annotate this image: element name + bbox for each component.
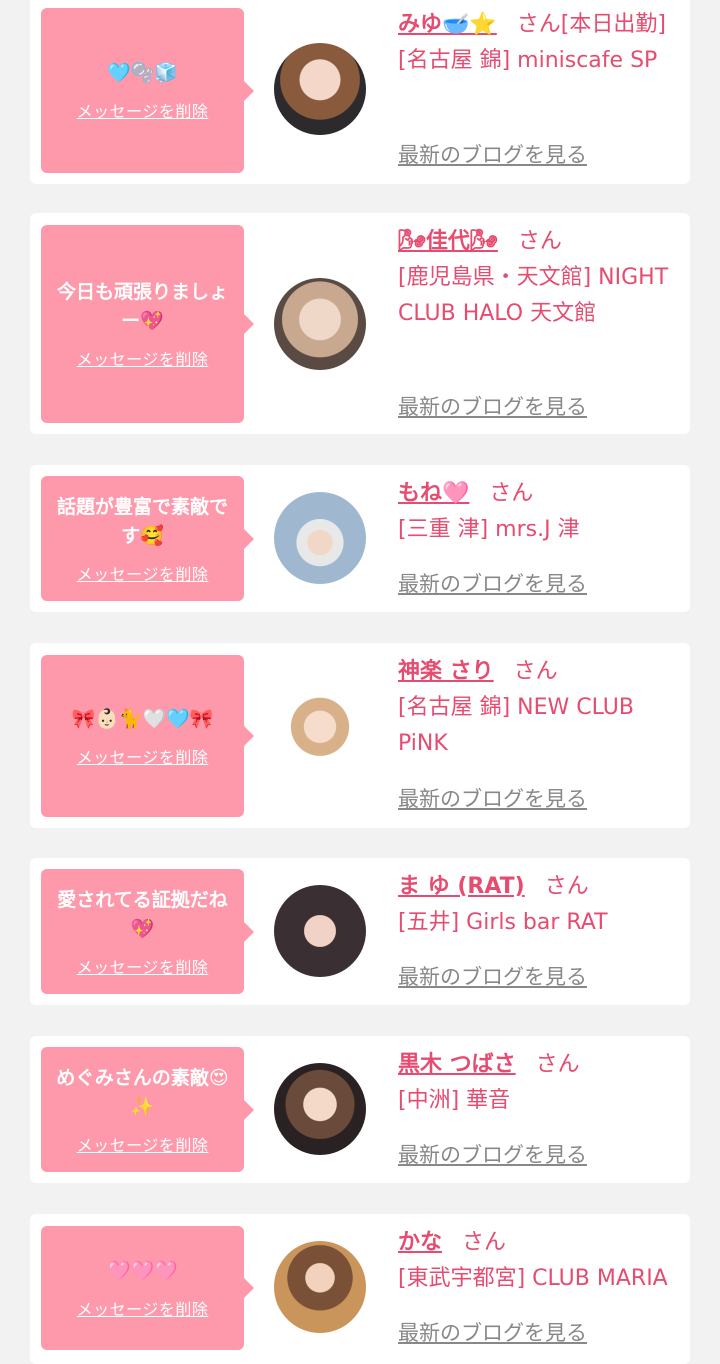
shop-text: [東武宇都宮] CLUB MARIA bbox=[398, 1266, 668, 1291]
name-suffix: さん bbox=[513, 659, 558, 684]
message-text: 話題が豊富で素敵です🥰 bbox=[56, 495, 228, 547]
avatar[interactable] bbox=[274, 492, 366, 584]
message-text: 🎀👶🏻🐈🤍🩵🎀 bbox=[71, 707, 214, 730]
entry-info: 黒木 つばさ さん [中洲] 華音 bbox=[398, 1047, 683, 1119]
name-line: かな さん bbox=[398, 1225, 683, 1261]
message-card: 🎀👶🏻🐈🤍🩵🎀 メッセージを削除 神楽 さり さん [名古屋 錦] NEW CLU… bbox=[30, 643, 690, 828]
delete-message-link[interactable]: メッセージを削除 bbox=[77, 1296, 209, 1320]
name-suffix: さん[本日出勤] bbox=[516, 12, 666, 37]
cast-name-link[interactable]: 黒木 つばさ bbox=[398, 1052, 516, 1077]
name-suffix: さん bbox=[462, 1230, 507, 1255]
delete-message-link[interactable]: メッセージを削除 bbox=[77, 954, 209, 978]
name-suffix: さん bbox=[544, 874, 589, 899]
name-line: ま ゆ (RAT) さん bbox=[398, 869, 683, 905]
entry-info: もね🩷 さん [三重 津] mrs.J 津 bbox=[398, 476, 683, 548]
latest-blog-link[interactable]: 最新のブログを見る bbox=[398, 139, 587, 169]
name-line: 黒木 つばさ さん bbox=[398, 1047, 683, 1083]
name-line: 神楽 さり さん bbox=[398, 654, 683, 690]
name-suffix: さん bbox=[517, 229, 562, 254]
entry-info: かな さん [東武宇都宮] CLUB MARIA bbox=[398, 1225, 683, 1297]
latest-blog-link[interactable]: 最新のブログを見る bbox=[398, 568, 587, 598]
cast-name-link[interactable]: みゆ🥣⭐ bbox=[398, 12, 497, 37]
delete-message-link[interactable]: メッセージを削除 bbox=[77, 346, 209, 370]
message-text: 今日も頑張りましょー💖 bbox=[56, 281, 228, 332]
message-bubble: 話題が豊富で素敵です🥰 メッセージを削除 bbox=[41, 476, 254, 601]
shop-text: [鹿児島県・天文館] NIGHT CLUB HALO 天文館 bbox=[398, 265, 669, 326]
delete-message-link[interactable]: メッセージを削除 bbox=[77, 1132, 209, 1156]
avatar[interactable] bbox=[274, 690, 366, 782]
message-card: 愛されてる証拠だね💖 メッセージを削除 ま ゆ (RAT) さん [五井] Gir… bbox=[30, 858, 690, 1005]
message-bubble: 🩷🩷🩷 メッセージを削除 bbox=[41, 1226, 254, 1350]
avatar[interactable] bbox=[274, 1063, 366, 1155]
message-text: 🩷🩷🩷 bbox=[107, 1259, 178, 1282]
message-bubble: 🎀👶🏻🐈🤍🩵🎀 メッセージを削除 bbox=[41, 655, 254, 817]
avatar[interactable] bbox=[274, 1241, 366, 1333]
shop-text: [名古屋 錦] miniscafe SP bbox=[398, 48, 658, 73]
message-bubble: 🩵🫧🧊 メッセージを削除 bbox=[41, 8, 254, 173]
latest-blog-link[interactable]: 最新のブログを見る bbox=[398, 391, 587, 421]
latest-blog-link[interactable]: 最新のブログを見る bbox=[398, 1317, 587, 1347]
delete-message-link[interactable]: メッセージを削除 bbox=[77, 561, 209, 585]
latest-blog-link[interactable]: 最新のブログを見る bbox=[398, 961, 587, 991]
message-card: 🩵🫧🧊 メッセージを削除 みゆ🥣⭐ さん[本日出勤] [名古屋 錦] minisc… bbox=[30, 0, 690, 184]
shop-text: [中洲] 華音 bbox=[398, 1088, 511, 1113]
shop-text: [五井] Girls bar RAT bbox=[398, 910, 608, 935]
cast-name-link[interactable]: 🌬佳代🌬 bbox=[398, 229, 498, 254]
name-line: もね🩷 さん bbox=[398, 476, 683, 512]
entry-info: 🌬佳代🌬 さん [鹿児島県・天文館] NIGHT CLUB HALO 天文館 bbox=[398, 224, 683, 332]
cast-name-link[interactable]: もね🩷 bbox=[398, 481, 469, 506]
latest-blog-link[interactable]: 最新のブログを見る bbox=[398, 1139, 587, 1169]
message-bubble: 愛されてる証拠だね💖 メッセージを削除 bbox=[41, 869, 254, 994]
shop-text: [三重 津] mrs.J 津 bbox=[398, 517, 580, 542]
delete-message-link[interactable]: メッセージを削除 bbox=[77, 744, 209, 768]
cast-name-link[interactable]: 神楽 さり bbox=[398, 659, 494, 684]
avatar[interactable] bbox=[274, 278, 366, 370]
entry-info: みゆ🥣⭐ さん[本日出勤] [名古屋 錦] miniscafe SP bbox=[398, 7, 683, 79]
message-card: 今日も頑張りましょー💖 メッセージを削除 🌬佳代🌬 さん [鹿児島県・天文館] N… bbox=[30, 213, 690, 434]
name-line: みゆ🥣⭐ さん[本日出勤] bbox=[398, 7, 683, 43]
entry-info: 神楽 さり さん [名古屋 錦] NEW CLUB PiNK bbox=[398, 654, 683, 762]
delete-message-link[interactable]: メッセージを削除 bbox=[77, 98, 209, 122]
name-suffix: さん bbox=[535, 1052, 580, 1077]
avatar[interactable] bbox=[274, 885, 366, 977]
name-suffix: さん bbox=[489, 481, 534, 506]
message-card: めぐみさんの素敵😍✨ メッセージを削除 黒木 つばさ さん [中洲] 華音 最新の… bbox=[30, 1036, 690, 1183]
message-text: 愛されてる証拠だね💖 bbox=[57, 888, 228, 940]
message-text: めぐみさんの素敵😍✨ bbox=[56, 1066, 229, 1118]
latest-blog-link[interactable]: 最新のブログを見る bbox=[398, 783, 587, 813]
cast-name-link[interactable]: かな bbox=[398, 1230, 442, 1255]
message-card: 🩷🩷🩷 メッセージを削除 かな さん [東武宇都宮] CLUB MARIA 最新の… bbox=[30, 1214, 690, 1364]
entry-info: ま ゆ (RAT) さん [五井] Girls bar RAT bbox=[398, 869, 683, 941]
message-bubble: 今日も頑張りましょー💖 メッセージを削除 bbox=[41, 225, 254, 423]
message-card: 話題が豊富で素敵です🥰 メッセージを削除 もね🩷 さん [三重 津] mrs.J … bbox=[30, 465, 690, 612]
message-text: 🩵🫧🧊 bbox=[107, 62, 178, 84]
name-line: 🌬佳代🌬 さん bbox=[398, 224, 683, 260]
avatar[interactable] bbox=[274, 43, 366, 135]
message-bubble: めぐみさんの素敵😍✨ メッセージを削除 bbox=[41, 1047, 254, 1172]
cast-name-link[interactable]: ま ゆ (RAT) bbox=[398, 874, 525, 899]
shop-text: [名古屋 錦] NEW CLUB PiNK bbox=[398, 695, 634, 756]
